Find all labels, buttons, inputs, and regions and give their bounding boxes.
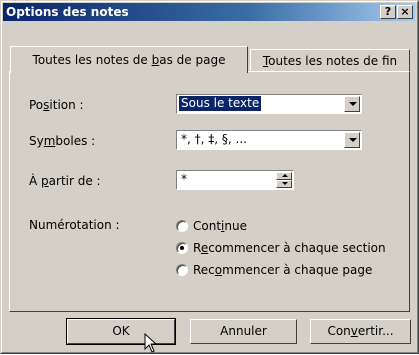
spin-buttons	[276, 172, 292, 188]
spin-up-icon[interactable]	[276, 172, 292, 180]
radio-label: Recommencer à chaque section	[193, 241, 386, 255]
partir-value: *	[181, 172, 187, 186]
annuler-button[interactable]: Annuler	[190, 319, 297, 344]
title-bar: Options des notes ? ×	[3, 3, 415, 21]
chevron-down-icon[interactable]	[344, 96, 360, 112]
position-select[interactable]: Sous le texte	[176, 94, 362, 114]
radio-label: Recommencer à chaque page	[193, 263, 373, 277]
radio-icon	[176, 220, 188, 232]
spin-down-icon[interactable]	[276, 180, 292, 188]
symboles-label: Symboles :	[29, 134, 96, 148]
convertir-label: Convertir...	[327, 324, 394, 338]
symboles-value: *, †, ‡, §, ...	[181, 132, 247, 146]
radio-label: Continue	[193, 219, 247, 233]
convertir-button[interactable]: Convertir...	[310, 319, 411, 344]
radio-icon	[176, 264, 188, 276]
options-des-notes-dialog: Options des notes ? × Toutes les notes d…	[0, 0, 419, 354]
position-value: Sous le texte	[179, 96, 262, 111]
radio-selected-icon	[176, 242, 188, 254]
help-button[interactable]: ?	[380, 5, 396, 19]
position-label: Position :	[29, 98, 84, 112]
chevron-down-icon[interactable]	[344, 132, 360, 148]
dialog-title: Options des notes	[6, 5, 129, 19]
partir-de-stepper[interactable]: *	[176, 170, 294, 190]
tab-notes-bas-de-page[interactable]: Toutes les notes de bas de page	[10, 46, 248, 73]
mouse-pointer-icon	[144, 333, 158, 353]
symboles-select[interactable]: *, †, ‡, §, ...	[176, 130, 362, 150]
tab-label: Toutes les notes de bas de page	[32, 53, 226, 67]
ok-label: OK	[112, 324, 130, 338]
annuler-label: Annuler	[220, 324, 267, 338]
close-button[interactable]: ×	[397, 5, 413, 19]
numerotation-label: Numérotation :	[29, 218, 120, 232]
tab-notes-de-fin[interactable]: Toutes les notes de fin	[250, 49, 410, 71]
tab-label: Toutes les notes de fin	[262, 54, 398, 68]
partir-label: À partir de :	[29, 174, 101, 188]
